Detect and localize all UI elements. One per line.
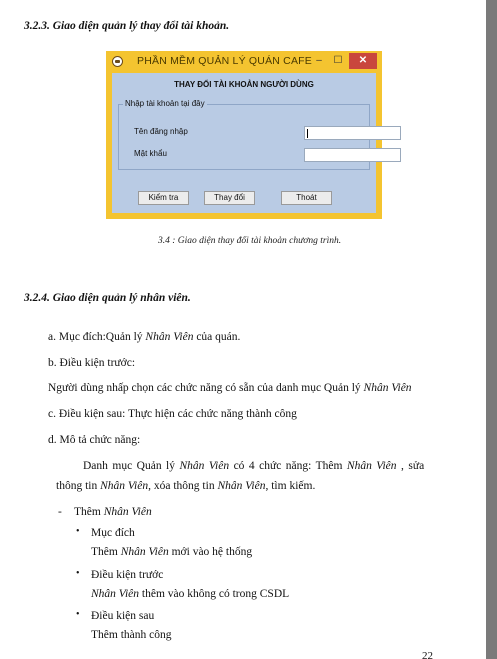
item-c: c. Điều kiện sau: Thực hiện các chức năn… xyxy=(48,408,297,420)
item-b-description: Người dùng nhấp chọn các chức năng có sẵ… xyxy=(48,382,412,394)
password-label: Mật khẩu xyxy=(134,149,167,158)
close-button[interactable]: ✕ xyxy=(349,53,377,69)
viewer-background xyxy=(486,0,497,659)
check-button[interactable]: Kiểm tra xyxy=(138,191,189,205)
precondition-text: Nhân Viên thêm vào không có trong CSDL xyxy=(91,588,290,600)
dash-marker: - xyxy=(58,506,62,518)
maximize-button[interactable]: ☐ xyxy=(329,53,347,69)
bullet-icon: • xyxy=(76,526,80,537)
username-input[interactable] xyxy=(304,126,401,140)
account-groupbox: Nhập tài khoản tại đây Tên đăng nhập Mật… xyxy=(118,99,401,170)
section-heading-3-2-4: 3.2.4. Giao diện quản lý nhân viên. xyxy=(24,292,191,304)
page-number: 22 xyxy=(422,650,433,659)
form-title: THAY ĐỔI TÀI KHOẢN NGƯỜI DÙNG xyxy=(174,80,314,89)
item-b: b. Điều kiện trước: xyxy=(48,357,136,369)
purpose-text: Thêm Nhân Viên mới vào hệ thống xyxy=(91,546,253,558)
change-button[interactable]: Thay đổi xyxy=(204,191,255,205)
postcondition-label: Điều kiện sau xyxy=(91,610,155,622)
window-client-area: THAY ĐỔI TÀI KHOẢN NGƯỜI DÙNG Nhập tài k… xyxy=(112,73,401,213)
username-label: Tên đăng nhập xyxy=(134,127,188,136)
document-page: 3.2.3. Giao diện quản lý thay đổi tài kh… xyxy=(0,0,486,659)
minimize-button[interactable]: – xyxy=(310,53,328,69)
figure-caption: 3.4 : Giao diện thay đổi tài khoản chươn… xyxy=(158,236,342,246)
section-heading-3-2-3: 3.2.3. Giao diện quản lý thay đổi tài kh… xyxy=(24,20,230,32)
description-line-2: thông tin Nhân Viên, xóa thông tin Nhân … xyxy=(56,480,316,492)
precondition-label: Điều kiện trước xyxy=(91,569,164,581)
text-caret xyxy=(307,129,308,138)
bullet-icon: • xyxy=(76,609,80,620)
password-input[interactable] xyxy=(304,148,401,162)
item-a: a. Mục đích:Quản lý Nhân Viên của quán. xyxy=(48,331,241,343)
purpose-label: Mục đích xyxy=(91,527,135,539)
app-window-screenshot: PHẦN MỀM QUẢN LÝ QUÁN CAFE – ☐ ✕ THAY ĐỔ… xyxy=(106,51,401,219)
exit-button[interactable]: Thoát xyxy=(281,191,332,205)
description-line-1: Danh mục Quản lý Nhân Viên có 4 chức năn… xyxy=(83,460,425,472)
coffee-cup-icon xyxy=(112,56,123,67)
window-title: PHẦN MỀM QUẢN LÝ QUÁN CAFE xyxy=(137,55,312,67)
add-employee-heading: Thêm Nhân Viên xyxy=(74,506,152,518)
window-titlebar: PHẦN MỀM QUẢN LÝ QUÁN CAFE – ☐ ✕ xyxy=(106,51,382,73)
groupbox-label: Nhập tài khoản tại đây xyxy=(123,99,207,108)
bullet-icon: • xyxy=(76,568,80,579)
item-d: d. Mô tả chức năng: xyxy=(48,434,141,446)
postcondition-text: Thêm thành công xyxy=(91,629,172,641)
